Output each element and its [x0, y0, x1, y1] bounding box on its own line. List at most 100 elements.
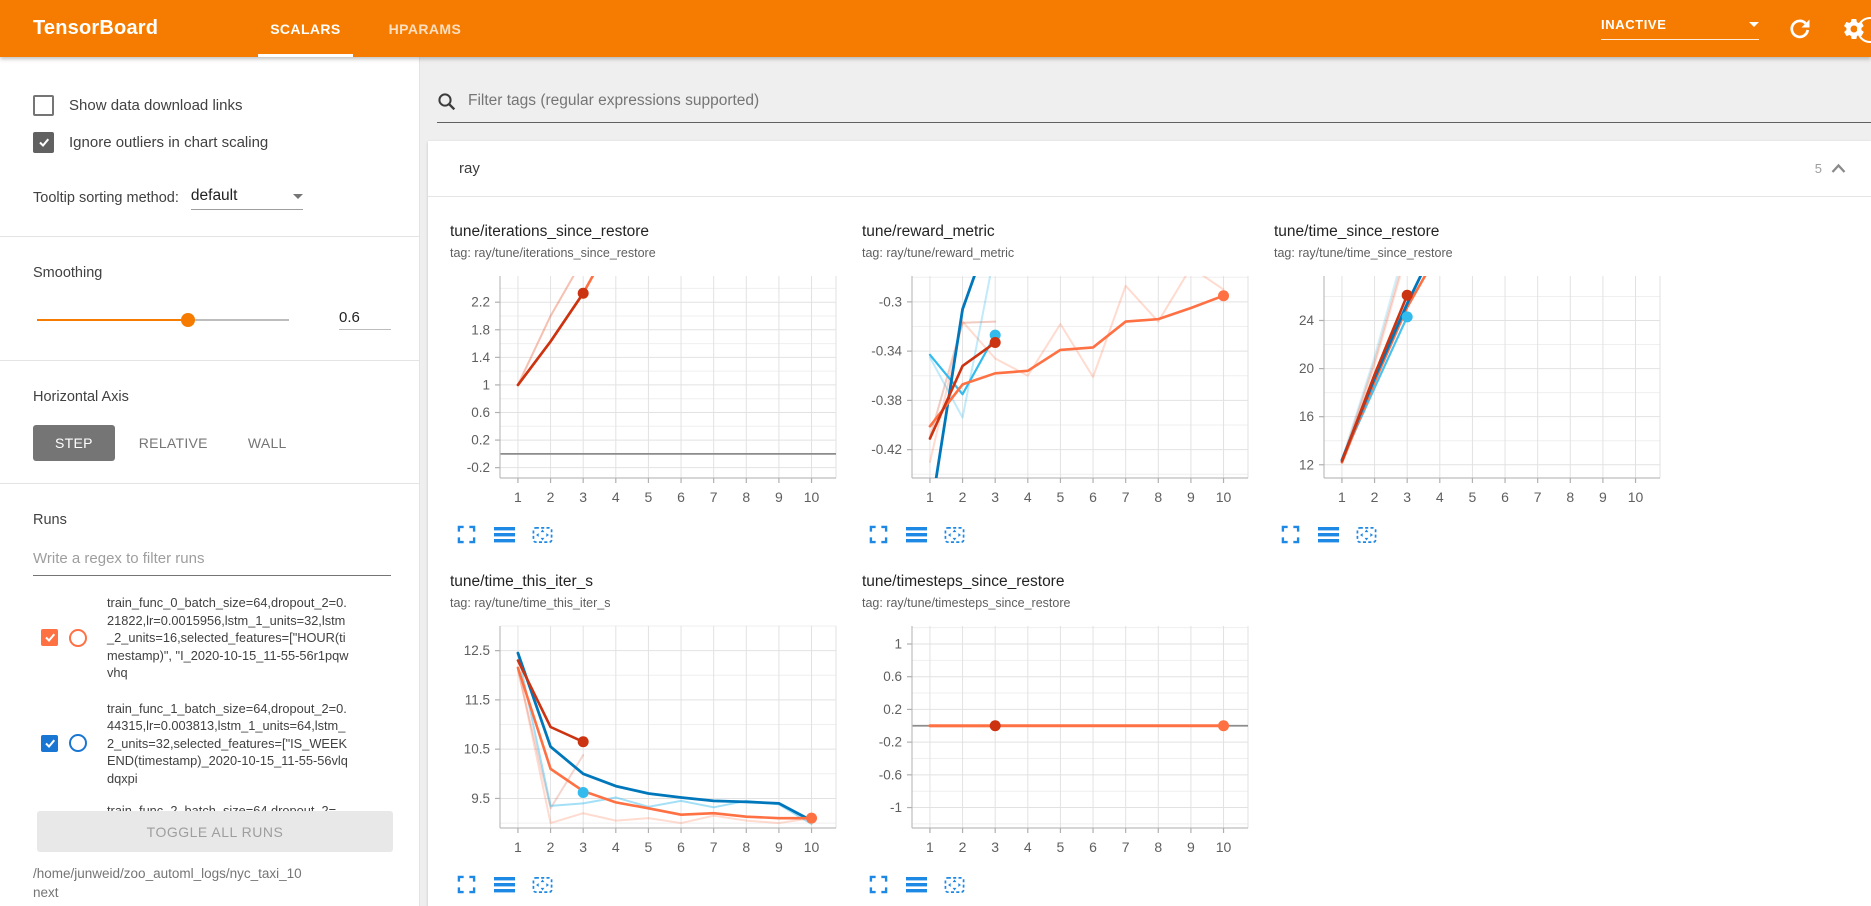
svg-text:9.5: 9.5 — [471, 791, 490, 806]
svg-text:1: 1 — [926, 489, 934, 505]
chart-tag: tag: ray/tune/timesteps_since_restore — [862, 596, 1274, 610]
smoothing-slider-thumb[interactable] — [181, 313, 195, 327]
svg-text:-0.3: -0.3 — [879, 294, 902, 309]
scalar-chart: tune/time_since_restore tag: ray/tune/ti… — [1274, 223, 1686, 545]
tag-group-title: ray — [459, 160, 480, 177]
show-download-links-checkbox-row[interactable]: Show data download links — [33, 95, 391, 116]
svg-text:1: 1 — [894, 636, 902, 651]
fit-domain-icon[interactable] — [532, 874, 553, 895]
svg-text:7: 7 — [1122, 489, 1130, 505]
tag-group-header[interactable]: ray 5 — [428, 141, 1871, 197]
log-scale-icon[interactable] — [1318, 524, 1339, 545]
log-scale-icon[interactable] — [494, 874, 515, 895]
svg-text:1: 1 — [482, 377, 490, 392]
smoothing-slider[interactable] — [37, 319, 289, 321]
settings-sidebar: Show data download links Ignore outliers… — [0, 57, 420, 906]
log-scale-icon[interactable] — [906, 874, 927, 895]
checkbox-checked-icon[interactable] — [33, 132, 54, 153]
svg-text:8: 8 — [1154, 839, 1162, 855]
expand-chart-icon[interactable] — [456, 524, 477, 545]
svg-text:2: 2 — [959, 839, 967, 855]
svg-text:4: 4 — [1436, 489, 1444, 505]
svg-text:9: 9 — [775, 489, 783, 505]
svg-text:-0.38: -0.38 — [871, 393, 902, 408]
svg-text:10: 10 — [1628, 489, 1644, 505]
app-header: TensorBoard SCALARS HPARAMS INACTIVE — [0, 0, 1871, 57]
svg-text:10: 10 — [1216, 839, 1232, 855]
log-directory-path: /home/junweid/zoo_automl_logs/nyc_taxi_1… — [33, 865, 307, 901]
refresh-icon[interactable] — [1787, 16, 1813, 42]
ignore-outliers-checkbox-row[interactable]: Ignore outliers in chart scaling — [33, 132, 391, 153]
reload-status-dropdown[interactable]: INACTIVE — [1601, 17, 1759, 40]
axis-wall-button[interactable]: WALL — [232, 425, 303, 461]
svg-text:1.4: 1.4 — [471, 350, 490, 365]
run-radio-icon[interactable] — [69, 629, 87, 647]
svg-text:2: 2 — [959, 489, 967, 505]
runs-filter-input[interactable] — [33, 546, 391, 576]
chart-plot[interactable]: 9.510.511.512.512345678910 — [450, 620, 842, 872]
checkbox-unchecked-icon[interactable] — [33, 95, 54, 116]
svg-text:11.5: 11.5 — [465, 692, 490, 707]
svg-text:5: 5 — [1057, 839, 1065, 855]
svg-text:7: 7 — [710, 839, 718, 855]
chart-actions — [1274, 524, 1686, 545]
fit-domain-icon[interactable] — [1356, 524, 1377, 545]
chevron-up-icon[interactable] — [1830, 162, 1847, 175]
chart-tag: tag: ray/tune/time_since_restore — [1274, 246, 1686, 260]
fit-domain-icon[interactable] — [532, 524, 553, 545]
chart-actions — [450, 524, 862, 545]
chart-plot[interactable]: -0.20.20.611.41.82.212345678910 — [450, 270, 842, 522]
run-item-train-func-1[interactable]: train_func_1_batch_size=64,dropout_2=0.4… — [33, 700, 391, 788]
smoothing-value[interactable]: 0.6 — [339, 309, 391, 330]
log-scale-icon[interactable] — [494, 524, 515, 545]
run-checkbox-checked-icon[interactable] — [41, 629, 58, 646]
chart-count-badge: 5 — [1815, 161, 1822, 176]
axis-relative-button[interactable]: RELATIVE — [123, 425, 224, 461]
svg-text:5: 5 — [645, 489, 653, 505]
tab-hparams[interactable]: HPARAMS — [365, 0, 486, 57]
svg-text:9: 9 — [775, 839, 783, 855]
chart-tag: tag: ray/tune/reward_metric — [862, 246, 1274, 260]
svg-text:9: 9 — [1187, 489, 1195, 505]
chart-actions — [862, 874, 1274, 895]
svg-text:3: 3 — [991, 489, 999, 505]
svg-text:7: 7 — [1534, 489, 1542, 505]
fit-domain-icon[interactable] — [944, 874, 965, 895]
chart-plot[interactable]: -1-0.6-0.20.20.6112345678910 — [862, 620, 1254, 872]
svg-text:8: 8 — [1566, 489, 1574, 505]
fit-domain-icon[interactable] — [944, 524, 965, 545]
expand-chart-icon[interactable] — [1280, 524, 1301, 545]
svg-text:9: 9 — [1187, 839, 1195, 855]
scalar-chart: tune/reward_metric tag: ray/tune/reward_… — [862, 223, 1274, 545]
svg-text:6: 6 — [1089, 839, 1097, 855]
svg-text:12: 12 — [1299, 457, 1314, 472]
chart-plot[interactable]: -0.42-0.38-0.34-0.312345678910 — [862, 270, 1254, 522]
svg-text:8: 8 — [1154, 489, 1162, 505]
svg-text:0.2: 0.2 — [471, 433, 490, 448]
run-checkbox-checked-icon[interactable] — [41, 735, 58, 752]
chart-actions — [862, 524, 1274, 545]
expand-chart-icon[interactable] — [456, 874, 477, 895]
toggle-all-runs-button[interactable]: TOGGLE ALL RUNS — [37, 811, 393, 852]
scalar-chart: tune/time_this_iter_s tag: ray/tune/time… — [450, 573, 862, 895]
chart-title: tune/iterations_since_restore — [450, 223, 862, 241]
tag-filter-input[interactable] — [466, 91, 1871, 111]
expand-chart-icon[interactable] — [868, 874, 889, 895]
svg-text:3: 3 — [579, 839, 587, 855]
log-scale-icon[interactable] — [906, 524, 927, 545]
tooltip-sorting-select[interactable]: default — [191, 187, 303, 210]
chart-title: tune/reward_metric — [862, 223, 1274, 241]
svg-text:4: 4 — [612, 839, 620, 855]
svg-text:5: 5 — [645, 839, 653, 855]
chart-plot[interactable]: 1216202412345678910 — [1274, 270, 1666, 522]
run-item-train-func-0[interactable]: train_func_0_batch_size=64,dropout_2=0.2… — [33, 594, 391, 682]
run-radio-icon[interactable] — [69, 734, 87, 752]
svg-text:8: 8 — [742, 839, 750, 855]
expand-chart-icon[interactable] — [868, 524, 889, 545]
svg-text:-1: -1 — [890, 800, 902, 815]
tab-scalars[interactable]: SCALARS — [246, 0, 364, 57]
axis-step-button[interactable]: STEP — [33, 425, 115, 461]
chevron-down-icon — [1749, 22, 1759, 27]
tab-bar: SCALARS HPARAMS — [246, 0, 485, 57]
chart-title: tune/time_this_iter_s — [450, 573, 862, 591]
